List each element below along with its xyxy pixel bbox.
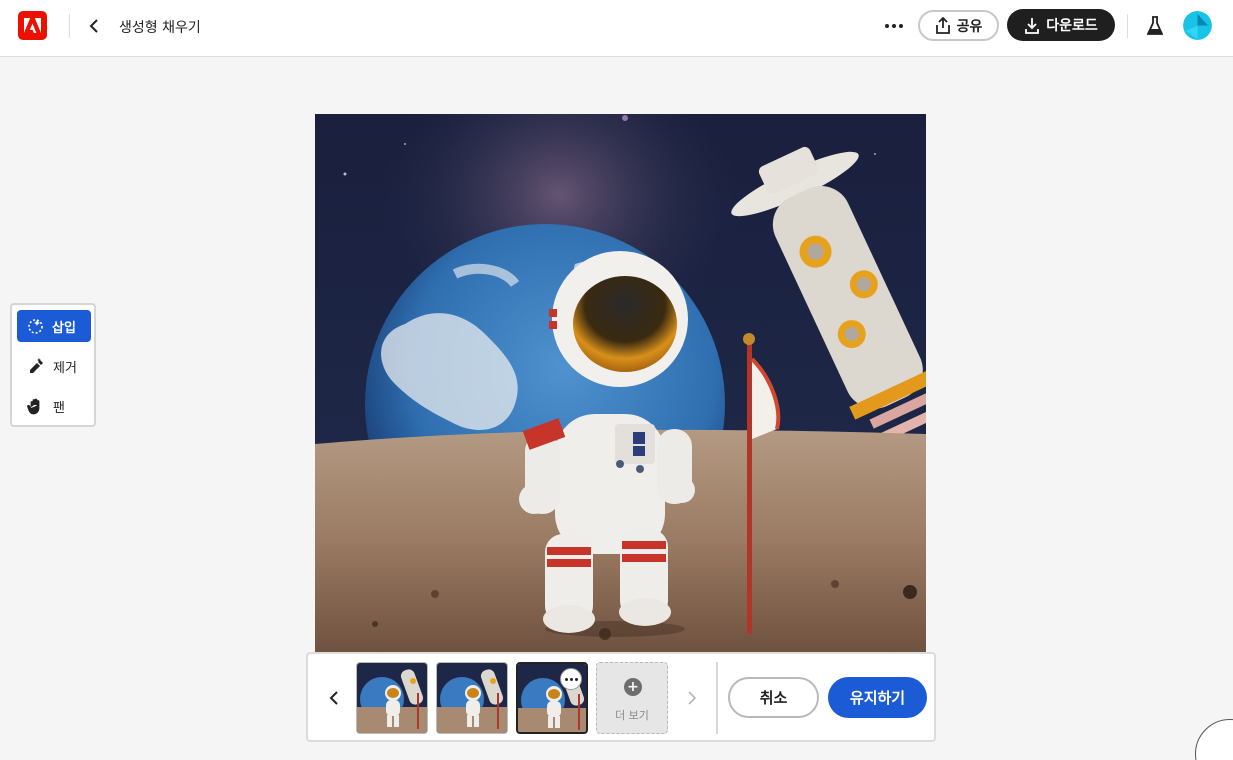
- header-divider: [69, 14, 70, 38]
- flask-icon: [1147, 16, 1163, 35]
- floating-action-circle[interactable]: [1195, 719, 1233, 760]
- keep-button[interactable]: 유지하기: [828, 677, 927, 718]
- top-bar: 생성형 채우기 공유 다운로드: [0, 0, 1233, 57]
- chevron-left-icon: [89, 19, 98, 33]
- download-icon: [1025, 17, 1040, 34]
- more-horizontal-icon: [885, 24, 889, 28]
- astronaut-scene-image: [315, 114, 926, 654]
- tool-insert[interactable]: 삽입: [17, 310, 91, 342]
- tool-pan[interactable]: 팬: [17, 390, 91, 422]
- more-variations-label: 더 보기: [615, 709, 649, 722]
- variation-thumbnail-image: [357, 663, 427, 733]
- tool-insert-label: 삽입: [52, 320, 76, 336]
- chevron-right-icon: [688, 691, 697, 705]
- avatar[interactable]: [1183, 11, 1212, 40]
- back-button[interactable]: [82, 14, 106, 38]
- download-button[interactable]: 다운로드: [1007, 9, 1115, 41]
- share-button[interactable]: 공유: [918, 10, 999, 41]
- tool-remove-label: 제거: [53, 360, 77, 376]
- tool-remove[interactable]: 제거: [17, 350, 91, 382]
- next-variation-button[interactable]: [682, 686, 702, 710]
- tool-pan-label: 팬: [53, 400, 65, 416]
- variation-thumbnail-3[interactable]: [516, 662, 588, 734]
- insert-brush-icon: [28, 318, 43, 334]
- variations-divider: [716, 662, 718, 734]
- plus-icon: +: [624, 678, 642, 696]
- variation-thumbnail-2[interactable]: [436, 662, 508, 734]
- previous-variation-button[interactable]: [324, 686, 344, 710]
- download-label: 다운로드: [1046, 18, 1098, 34]
- variation-thumbnail-image: [437, 663, 507, 733]
- user-avatar-icon: [1183, 11, 1212, 40]
- more-options-button[interactable]: [881, 14, 907, 38]
- hand-icon: [27, 398, 40, 415]
- more-horizontal-icon: [564, 677, 568, 681]
- thumbnail-more-options-button[interactable]: [560, 668, 582, 690]
- page-title: 생성형 채우기: [119, 20, 201, 36]
- chevron-left-icon: [329, 691, 338, 705]
- adobe-logo-icon[interactable]: [18, 11, 47, 40]
- labs-button[interactable]: [1143, 13, 1167, 39]
- canvas-image[interactable]: [315, 114, 926, 654]
- variations-bar: + 더 보기 취소 유지하기: [306, 652, 936, 742]
- share-icon: [935, 17, 950, 34]
- header-divider-right: [1127, 14, 1128, 38]
- share-label: 공유: [956, 18, 983, 35]
- cancel-button[interactable]: 취소: [728, 677, 819, 718]
- variation-thumbnail-1[interactable]: [356, 662, 428, 734]
- tool-panel: 삽입 제거 팬: [10, 303, 96, 427]
- more-variations-button[interactable]: + 더 보기: [596, 662, 668, 734]
- remove-eraser-icon: [30, 358, 43, 373]
